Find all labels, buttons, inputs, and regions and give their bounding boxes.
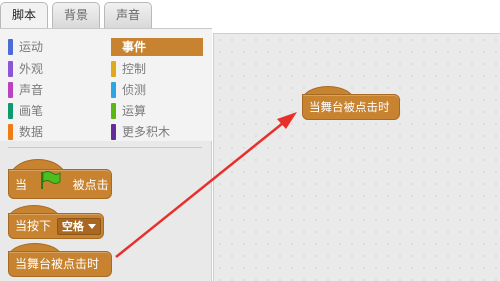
category-label: 控制 xyxy=(122,62,147,76)
category-events[interactable]: 事件 xyxy=(111,38,203,56)
category-color-swatch xyxy=(8,61,13,77)
category-looks[interactable]: 外观 xyxy=(8,60,100,78)
green-flag-icon xyxy=(39,170,61,201)
category-label: 画笔 xyxy=(19,104,44,118)
block-text: 当 xyxy=(15,178,28,192)
block-text: 当按下 xyxy=(15,219,52,233)
block-body: 当 被点击 xyxy=(8,169,112,199)
category-color-swatch xyxy=(8,103,13,119)
category-label: 数据 xyxy=(19,125,44,139)
block-text: 当舞台被点击时 xyxy=(15,257,100,271)
category-sensing[interactable]: 侦测 xyxy=(111,81,203,99)
category-label: 运算 xyxy=(122,104,147,118)
category-color-swatch xyxy=(8,39,13,55)
category-control[interactable]: 控制 xyxy=(111,60,203,78)
category-sound[interactable]: 声音 xyxy=(8,81,100,99)
category-color-swatch xyxy=(8,124,13,140)
category-motion[interactable]: 运动 xyxy=(8,38,100,56)
when-flag-clicked-block[interactable]: 当 被点击 xyxy=(8,159,112,203)
category-label: 声音 xyxy=(19,83,44,97)
category-color-swatch xyxy=(111,124,116,140)
category-pen[interactable]: 画笔 xyxy=(8,102,100,120)
category-color-swatch xyxy=(111,103,116,119)
category-more-blocks[interactable]: 更多积木 xyxy=(111,123,203,141)
palette-divider xyxy=(8,147,202,148)
category-operators[interactable]: 运算 xyxy=(111,102,203,120)
category-label: 侦测 xyxy=(122,83,147,97)
block-body: 当舞台被点击时 xyxy=(302,94,400,120)
category-list: 运动 事件 外观 控制 声音 侦测 画笔 运算 数据 更多积木 xyxy=(0,29,212,141)
when-key-pressed-block[interactable]: 当按下 空格 xyxy=(8,205,104,241)
category-color-swatch xyxy=(111,82,116,98)
category-label: 运动 xyxy=(19,40,44,54)
tab-bar: 脚本 背景 声音 xyxy=(0,0,212,30)
when-stage-clicked-block[interactable]: 当舞台被点击时 xyxy=(8,243,112,279)
block-text: 被点击 xyxy=(72,178,109,192)
block-body: 当舞台被点击时 xyxy=(8,251,112,277)
category-data[interactable]: 数据 xyxy=(8,123,100,141)
chevron-down-icon xyxy=(87,224,96,229)
category-label: 事件 xyxy=(122,40,147,54)
category-color-swatch xyxy=(8,82,13,98)
top-strip xyxy=(212,0,500,33)
block-text: 当舞台被点击时 xyxy=(309,100,390,114)
category-label: 外观 xyxy=(19,62,44,76)
key-dropdown[interactable]: 空格 xyxy=(56,218,101,235)
category-label: 更多积木 xyxy=(122,125,171,139)
category-color-swatch xyxy=(111,61,116,77)
script-area[interactable]: 当舞台被点击时 xyxy=(213,33,500,281)
block-body: 当按下 空格 xyxy=(8,213,104,239)
key-dropdown-value: 空格 xyxy=(61,220,84,233)
script-stage-clicked-block[interactable]: 当舞台被点击时 xyxy=(302,86,400,122)
tab-sounds[interactable]: 声音 xyxy=(104,2,152,28)
block-palette: 运动 事件 外观 控制 声音 侦测 画笔 运算 数据 更多积木 当 被点击 当按… xyxy=(0,29,212,281)
tab-backdrops[interactable]: 背景 xyxy=(52,2,100,28)
tab-scripts[interactable]: 脚本 xyxy=(0,2,48,30)
